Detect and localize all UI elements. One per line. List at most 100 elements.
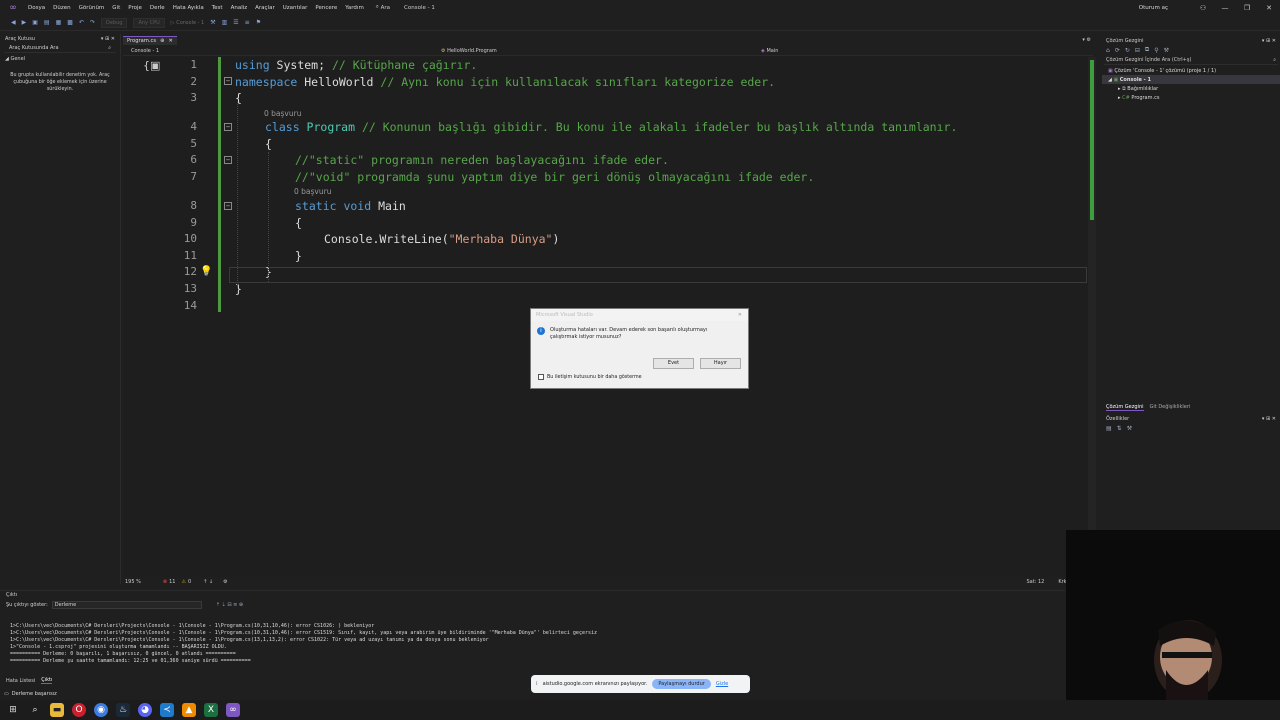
visual-studio-icon[interactable]: ∞: [226, 703, 240, 717]
menu-analyze[interactable]: Analiz: [231, 5, 248, 11]
show-all-icon[interactable]: ⧉: [1145, 46, 1149, 54]
code-line[interactable]: 13}: [123, 281, 1088, 297]
dont-show-checkbox[interactable]: [538, 374, 544, 380]
undo-icon[interactable]: ↶: [79, 19, 84, 26]
filter-icon[interactable]: ⚲: [1154, 47, 1158, 54]
tab-git-changes[interactable]: Git Değişiklikleri: [1150, 404, 1191, 410]
stop-sharing-button[interactable]: Paylaşmayı durdur: [652, 679, 711, 689]
build-icon[interactable]: ⚒: [210, 19, 215, 26]
discord-icon[interactable]: ◕: [138, 703, 152, 717]
search-icon[interactable]: ⌕: [28, 703, 42, 717]
close-icon[interactable]: ✕: [738, 312, 742, 318]
code-line[interactable]: 4 class Program // Konunun başlığı gibidi…: [123, 119, 1088, 135]
comment-icon[interactable]: ≡: [245, 19, 250, 26]
start-button[interactable]: ▷ Console - 1: [171, 20, 204, 26]
tab-error-list[interactable]: Hata Listesi: [6, 678, 35, 684]
home-icon[interactable]: ⌂: [1106, 47, 1110, 54]
layout-icon[interactable]: ▥: [222, 19, 228, 26]
reference-count[interactable]: 0 başvuru: [264, 109, 301, 118]
output-source-dropdown[interactable]: Derleme: [51, 600, 202, 609]
solution-search-input[interactable]: Çözüm Gezgini İçinde Ara (Ctrl+ş): [1106, 57, 1191, 63]
maximize-icon[interactable]: ❐: [1236, 4, 1258, 12]
categorized-icon[interactable]: ▤: [1106, 425, 1112, 432]
bookmark-icon[interactable]: ⚑: [256, 19, 261, 26]
save-icon[interactable]: ▦: [56, 19, 62, 26]
fold-toggle-icon[interactable]: −: [224, 123, 232, 131]
sign-in-link[interactable]: Oturum aç: [1139, 5, 1168, 11]
open-icon[interactable]: ▤: [44, 19, 50, 26]
sync-icon[interactable]: ⟳: [1115, 47, 1120, 54]
forward-icon[interactable]: ▶: [22, 19, 27, 26]
toolbox-group[interactable]: ◢ Genel: [0, 54, 120, 64]
class-nav[interactable]: ⚙ HelloWorld.Program: [441, 48, 761, 54]
yes-button[interactable]: Evet: [653, 358, 694, 369]
tab-output[interactable]: Çıktı: [41, 677, 53, 684]
toolbox-search[interactable]: Araç Kutusunda Ara ⌕: [4, 44, 116, 53]
reference-count[interactable]: 0 başvuru: [294, 187, 331, 196]
tab-program-cs[interactable]: Program.cs ⊕ ✕: [123, 36, 177, 45]
panel-controls-icon[interactable]: ▾ ⊞ ✕: [1262, 416, 1276, 422]
vscode-icon[interactable]: ≺: [160, 703, 174, 717]
menu-file[interactable]: Dosya: [28, 5, 45, 11]
tree-program-cs[interactable]: ▸ C# Program.cs: [1102, 93, 1280, 102]
opera-icon[interactable]: O: [72, 703, 86, 717]
menu-test[interactable]: Test: [212, 5, 223, 11]
menu-extensions[interactable]: Uzantılar: [283, 5, 308, 11]
feedback-icon[interactable]: ⚇: [1192, 4, 1214, 12]
collapse-all-icon[interactable]: ⊟: [1135, 47, 1140, 54]
menu-project[interactable]: Proje: [128, 5, 142, 11]
menu-tools[interactable]: Araçlar: [255, 5, 275, 11]
member-nav[interactable]: ◈ Main: [761, 48, 778, 54]
code-line[interactable]: 3{: [123, 90, 1088, 106]
platform-dropdown[interactable]: Any CPU: [133, 17, 165, 28]
save-all-icon[interactable]: ▩: [67, 19, 73, 26]
menu-debug[interactable]: Hata Ayıkla: [173, 5, 204, 11]
close-tab-icon[interactable]: ✕: [168, 38, 172, 44]
refresh-icon[interactable]: ↻: [1125, 47, 1130, 54]
tree-solution[interactable]: ▣ Çözüm 'Console - 1' çözümü (proje 1 / …: [1102, 66, 1280, 75]
panel-controls-icon[interactable]: ▾ ⊞ ✕: [101, 36, 115, 42]
menu-edit[interactable]: Düzen: [53, 5, 70, 11]
menu-help[interactable]: Yardım: [345, 5, 364, 11]
vlc-icon[interactable]: ▲: [182, 703, 196, 717]
code-line[interactable]: 5{: [123, 136, 1088, 152]
properties-icon[interactable]: ⚒: [1164, 47, 1169, 54]
cleanup-icon[interactable]: ⚙: [223, 579, 227, 585]
tab-solution-explorer[interactable]: Çözüm Gezgini: [1106, 404, 1144, 411]
config-dropdown[interactable]: Debug: [101, 17, 128, 28]
menu-build[interactable]: Derle: [150, 5, 165, 11]
scrollbar-thumb[interactable]: [1090, 60, 1094, 220]
tree-project[interactable]: ◢ ▣ Console - 1: [1102, 75, 1280, 84]
warning-count[interactable]: 0: [188, 579, 191, 585]
tab-overflow-icon[interactable]: ▾ ⚙: [1082, 37, 1091, 43]
nav-arrows-icon[interactable]: ↑ ↓: [203, 579, 213, 585]
windows-start-icon[interactable]: ⊞: [6, 703, 20, 717]
drag-handle-icon[interactable]: ⁞: [536, 681, 538, 687]
menu-view[interactable]: Görünüm: [79, 5, 105, 11]
zoom-level[interactable]: 195 %: [125, 579, 141, 585]
minimize-icon[interactable]: —: [1214, 4, 1236, 12]
panel-controls-icon[interactable]: ▾ ⊞ ✕: [1262, 38, 1276, 44]
tree-dependencies[interactable]: ▸ ⧉ Bağımlılıklar: [1102, 84, 1280, 93]
toolbox-search-input[interactable]: Araç Kutusunda Ara: [9, 45, 59, 51]
excel-icon[interactable]: X: [204, 703, 218, 717]
error-count[interactable]: 11: [169, 579, 175, 585]
hide-button[interactable]: Gizle: [716, 681, 728, 687]
fold-toggle-icon[interactable]: −: [224, 77, 232, 85]
menu-search[interactable]: ⌕ Ara: [376, 4, 390, 11]
menu-git[interactable]: Git: [112, 5, 120, 11]
new-item-icon[interactable]: ▣: [32, 19, 38, 26]
back-icon[interactable]: ◀: [11, 19, 16, 26]
code-line[interactable]: 2 namespace HelloWorld // Aynı konu için …: [123, 74, 1088, 90]
alphabetical-icon[interactable]: ⇅: [1117, 425, 1122, 432]
chrome-icon[interactable]: ◉: [94, 703, 108, 717]
wrench-icon[interactable]: ⚒: [1127, 425, 1132, 432]
error-icon[interactable]: ⊗: [163, 579, 167, 585]
no-button[interactable]: Hayır: [700, 358, 741, 369]
fold-toggle-icon[interactable]: −: [224, 156, 232, 164]
close-icon[interactable]: ✕: [1258, 4, 1280, 12]
steam-icon[interactable]: ♨: [116, 703, 130, 717]
solution-search[interactable]: Çözüm Gezgini İçinde Ara (Ctrl+ş) ⌕: [1104, 56, 1278, 65]
code-line[interactable]: 1 using System; // Kütüphane çağırır.: [123, 57, 1088, 73]
fold-toggle-icon[interactable]: −: [224, 202, 232, 210]
